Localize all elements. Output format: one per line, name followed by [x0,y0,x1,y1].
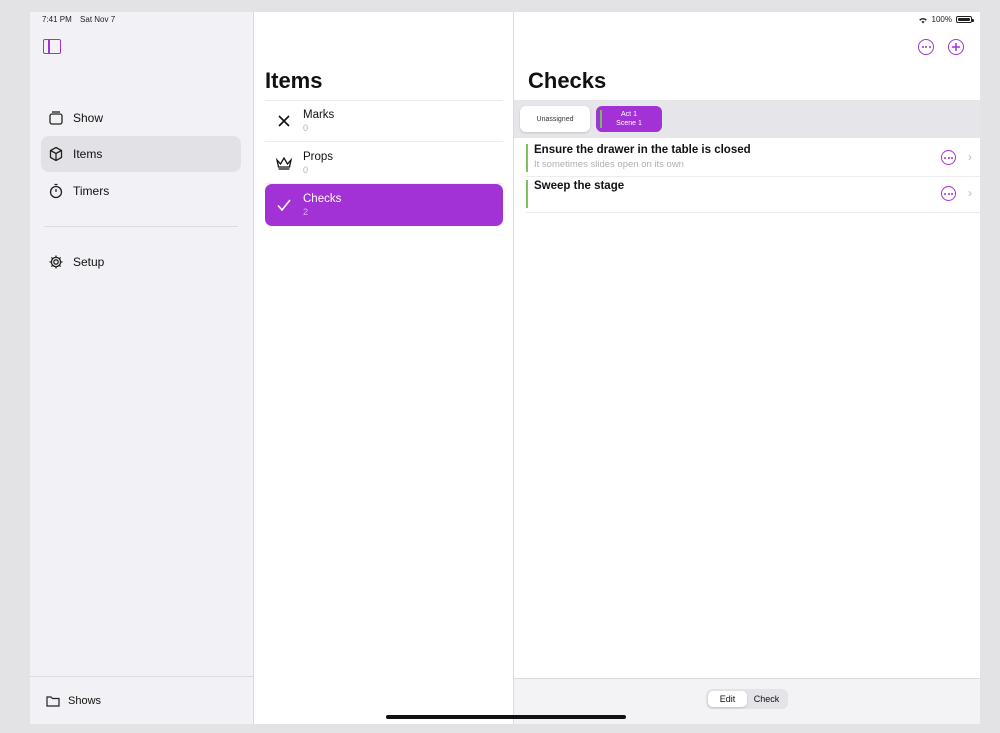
chip-scene-label: Scene 1 [616,120,642,127]
items-title: Items [265,68,323,93]
more-icon[interactable] [941,186,956,201]
sidebar-item-timers[interactable]: Timers [41,173,241,209]
sidebar-item-label: Timers [73,184,110,198]
checks-detail: 100% Checks Unassigned Act 1 Scene 1 Ens… [514,12,980,724]
check-title: Sweep the stage [534,180,625,192]
sidebar-toggle-icon[interactable] [43,39,61,54]
cube-icon [49,146,63,162]
item-count: 0 [303,164,309,175]
detail-title: Checks [528,68,607,93]
sidebar-item-setup[interactable]: Setup [41,244,241,280]
mode-segmented-control: Edit Check [706,689,788,709]
scene-color-bar [526,144,528,172]
status-date: Sat Nov 7 [80,15,116,24]
sidebar-item-label: Items [73,147,103,161]
sidebar-item-label: Show [73,111,104,125]
shows-button[interactable]: Shows [30,676,254,724]
item-row-props[interactable]: Props 0 [265,142,503,184]
check-title: Ensure the drawer in the table is closed [534,144,751,156]
item-count: 0 [303,123,309,133]
crown-icon [265,156,303,170]
chevron-right-icon: › [968,150,972,164]
wifi-icon [918,17,927,23]
chevron-right-icon: › [968,186,972,200]
folder-icon [46,695,60,707]
more-icon[interactable] [941,150,956,165]
items-column: Items Marks 0 Props 0 Checks 2 [254,12,514,724]
check-row[interactable]: Ensure the drawer in the table is closed… [526,142,980,177]
sidebar-item-show[interactable]: Show [41,100,241,136]
more-icon[interactable] [918,39,934,55]
battery-percent: 100% [931,15,952,24]
add-icon[interactable] [948,39,964,55]
mode-check-button[interactable]: Check [747,691,786,707]
home-indicator[interactable] [386,715,626,719]
chip-act-label: Act 1 [621,111,637,118]
gear-icon [49,255,63,269]
sidebar-item-items[interactable]: Items [41,136,241,172]
item-name: Marks [303,109,335,121]
sidebar-divider [44,226,238,227]
item-count: 2 [303,207,309,217]
chip-act1-scene1[interactable]: Act 1 Scene 1 [596,106,662,132]
show-icon [49,111,63,125]
status-bar-left: 7:41 PM Sat Nov 7 [42,15,121,24]
scene-color-bar [526,180,528,208]
stopwatch-icon [49,183,63,199]
item-name: Checks [303,193,342,205]
scene-filter-bar: Unassigned Act 1 Scene 1 [514,100,980,138]
shows-label: Shows [68,694,102,707]
checkmark-icon [265,198,303,212]
item-row-checks[interactable]: Checks 2 [265,184,503,226]
chip-unassigned[interactable]: Unassigned [520,106,590,132]
x-icon [265,114,303,128]
status-time: 7:41 PM [42,15,72,24]
check-row[interactable]: Sweep the stage › [526,178,980,213]
sidebar: 7:41 PM Sat Nov 7 Show Items Timers Setu… [30,12,254,724]
item-row-marks[interactable]: Marks 0 [265,100,503,142]
status-bar-right: 100% [918,15,974,24]
ipad-screen: 7:41 PM Sat Nov 7 Show Items Timers Setu… [30,12,980,724]
mode-edit-button[interactable]: Edit [708,691,747,707]
check-subtitle: It sometimes slides open on its own [534,159,684,170]
item-name: Props [303,150,334,163]
sidebar-item-label: Setup [73,255,105,269]
battery-icon [956,16,974,23]
